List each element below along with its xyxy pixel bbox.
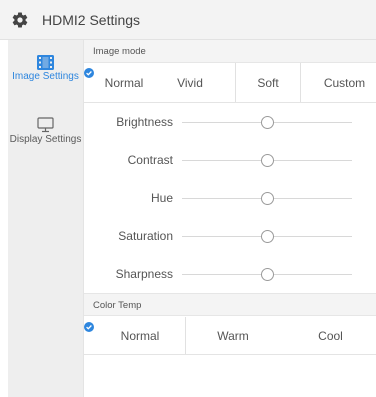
image-mode-option-normal[interactable]: Normal xyxy=(94,63,154,102)
slider-knob[interactable] xyxy=(260,230,274,243)
slider-label: Hue xyxy=(150,191,173,205)
sidebar: Image Settings Display Settings xyxy=(8,40,83,397)
slider-knob[interactable] xyxy=(260,116,274,129)
color-temp-option-cool[interactable]: Cool xyxy=(284,317,376,354)
color-temp-option-warm[interactable]: Warm xyxy=(186,317,280,354)
sharpness-slider[interactable] xyxy=(182,268,352,281)
window-title: HDMI2 Settings xyxy=(42,11,141,28)
gear-icon xyxy=(11,11,29,29)
slider-label: Contrast xyxy=(127,153,173,167)
image-mode-selector: Normal Vivid Soft Custom xyxy=(84,63,376,103)
option-divider xyxy=(300,63,301,102)
title-bar: HDMI2 Settings xyxy=(0,0,376,40)
image-mode-header: Image mode xyxy=(84,40,376,63)
slider-row-hue: Hue xyxy=(84,180,376,216)
color-temp-option-normal[interactable]: Normal xyxy=(94,317,186,354)
slider-row-contrast: Contrast xyxy=(84,142,376,178)
image-mode-option-soft[interactable]: Soft xyxy=(236,63,300,102)
image-mode-option-custom[interactable]: Custom xyxy=(312,63,376,102)
settings-panel: Image mode Normal Vivid Soft Custom Brig… xyxy=(83,40,376,397)
brightness-slider[interactable] xyxy=(182,116,352,129)
slider-label: Sharpness xyxy=(115,267,173,281)
sidebar-item-display-settings[interactable]: Display Settings xyxy=(8,117,83,145)
selected-check-icon xyxy=(84,65,94,78)
image-settings-icon xyxy=(8,55,83,70)
monitor-icon xyxy=(8,117,83,133)
slider-knob[interactable] xyxy=(260,192,274,205)
saturation-slider[interactable] xyxy=(182,230,352,243)
sidebar-item-label: Image Settings xyxy=(12,71,79,82)
selected-check-icon xyxy=(84,319,94,332)
image-mode-option-vivid[interactable]: Vivid xyxy=(162,63,218,102)
slider-row-brightness: Brightness xyxy=(84,104,376,140)
color-temp-header: Color Temp xyxy=(84,293,376,316)
color-temp-selector: Normal Warm Cool xyxy=(84,317,376,355)
slider-row-saturation: Saturation xyxy=(84,218,376,254)
contrast-slider[interactable] xyxy=(182,154,352,167)
sidebar-item-image-settings[interactable]: Image Settings xyxy=(8,55,83,82)
slider-knob[interactable] xyxy=(260,268,274,281)
slider-label: Brightness xyxy=(116,115,173,129)
hue-slider[interactable] xyxy=(182,192,352,205)
slider-knob[interactable] xyxy=(260,154,274,167)
sidebar-item-label: Display Settings xyxy=(9,134,82,145)
slider-row-sharpness: Sharpness xyxy=(84,256,376,292)
slider-label: Saturation xyxy=(118,229,173,243)
